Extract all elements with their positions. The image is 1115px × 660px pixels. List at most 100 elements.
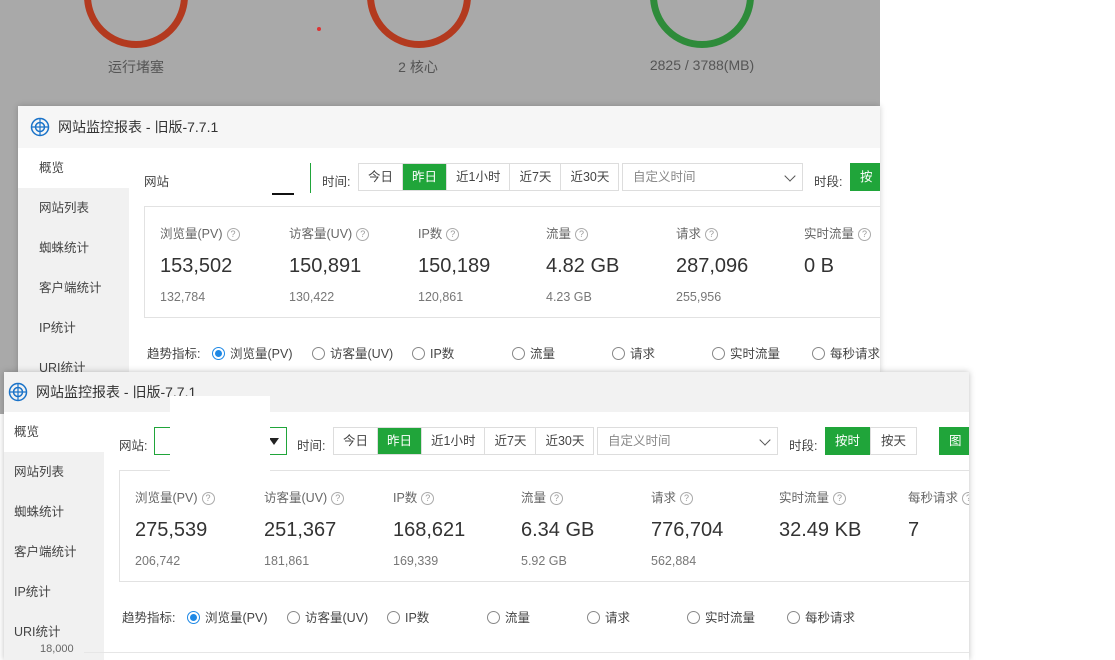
stat-value: 0 B (804, 255, 835, 277)
trend-radio-realtime[interactable]: 实时流量 (687, 607, 755, 626)
stat-prev: 255,956 (676, 290, 722, 304)
sidebar: 概览 网站列表 蜘蛛统计 客户端统计 IP统计 URI统计 (4, 412, 105, 660)
site-label: 网站: (119, 439, 148, 453)
time-option-yesterday[interactable]: 昨日 (403, 164, 448, 190)
stat-value: 150,891 (289, 255, 362, 277)
trend-selector: 趋势指标: 浏览量(PV) 访客量(UV) IP数 流量 请求 实时流量 每秒请… (122, 607, 969, 627)
window-title: 网站监控报表 - 旧版-7.7.1 (58, 119, 219, 135)
main-content: 网站 时间: 今日 昨日 近1小时 近7天 近30天 自定义时间 时段: 按时 … (129, 148, 880, 373)
stat-prev: 206,742 (135, 554, 181, 568)
trend-radio-realtime[interactable]: 实时流量 (712, 343, 780, 362)
custom-time-placeholder: 自定义时间 (633, 170, 696, 184)
help-icon[interactable]: ? (446, 228, 460, 241)
gauge-label: 2 核心 (398, 59, 438, 75)
trend-radio-traffic[interactable]: 流量 (512, 343, 555, 362)
window-titlebar[interactable]: 网站监控报表 - 旧版-7.7.1 (4, 372, 969, 412)
text-cursor (272, 193, 294, 195)
time-range-group: 今日 昨日 近1小时 近7天 近30天 (358, 163, 620, 191)
help-icon[interactable]: ? (833, 492, 847, 505)
radio-label: IP数 (430, 347, 455, 361)
custom-time-input[interactable]: 自定义时间 (597, 427, 778, 455)
radio-checked-icon (212, 347, 225, 360)
radio-label: 访客量(UV) (305, 611, 369, 625)
help-icon[interactable]: ? (858, 228, 872, 241)
stat-label: 访客量(UV) (264, 491, 328, 505)
sidebar-item-spider[interactable]: 蜘蛛统计 (4, 492, 104, 532)
radio-label: 请求 (630, 347, 656, 361)
help-icon[interactable]: ? (421, 492, 435, 505)
time-option-7d[interactable]: 近7天 (510, 164, 562, 190)
time-option-30d[interactable]: 近30天 (536, 428, 593, 454)
stat-prev: 181,861 (264, 554, 310, 568)
stat-label: IP数 (393, 491, 418, 505)
chart-button[interactable]: 图表 (939, 427, 969, 476)
radio-icon (587, 611, 600, 624)
trend-radio-uv[interactable]: 访客量(UV) (312, 343, 393, 362)
trend-radio-ip[interactable]: IP数 (387, 607, 429, 626)
stat-value: 776,704 (651, 519, 724, 541)
trend-radio-traffic[interactable]: 流量 (487, 607, 530, 626)
stat-label: 请求 (676, 227, 702, 241)
period-day-button[interactable]: 按天 (870, 427, 918, 455)
trend-label: 趋势指标: (122, 611, 176, 625)
help-icon[interactable]: ? (680, 492, 694, 505)
stat-label: 请求 (651, 491, 677, 505)
chevron-down-icon (784, 170, 796, 182)
help-icon[interactable]: ? (201, 492, 215, 505)
trend-radio-pv[interactable]: 浏览量(PV) (187, 607, 268, 626)
trend-radio-uv[interactable]: 访客量(UV) (287, 607, 368, 626)
trend-radio-qps[interactable]: 每秒请求 (812, 343, 880, 362)
stat-value: 150,189 (418, 255, 491, 277)
window-titlebar[interactable]: 网站监控报表 - 旧版-7.7.1 (18, 106, 880, 148)
gauge-label: 运行堵塞 (108, 59, 164, 75)
time-option-30d[interactable]: 近30天 (561, 164, 618, 190)
sidebar-item-ip[interactable]: IP统计 (4, 572, 104, 612)
trend-radio-pv[interactable]: 浏览量(PV) (212, 343, 293, 362)
chart-gridline (84, 652, 969, 653)
radio-label: 浏览量(PV) (205, 611, 268, 625)
stat-realtime-traffic: 实时流量? 32.49 KB (779, 487, 861, 554)
trend-radio-requests[interactable]: 请求 (612, 343, 655, 362)
time-option-7d[interactable]: 近7天 (485, 428, 537, 454)
radio-label: 浏览量(PV) (230, 347, 293, 361)
cpu-gauge (367, 0, 471, 48)
custom-time-input[interactable]: 自定义时间 (622, 163, 803, 191)
sidebar-item-client[interactable]: 客户端统计 (18, 268, 129, 308)
stat-value: 275,539 (135, 519, 208, 541)
period-label: 时段: (814, 175, 843, 189)
time-option-today[interactable]: 今日 (359, 164, 404, 190)
redaction-block (170, 396, 270, 478)
caret-down-icon (269, 438, 279, 445)
sidebar-item-uri[interactable]: URI统计 (18, 348, 129, 373)
time-option-today[interactable]: 今日 (334, 428, 379, 454)
help-icon[interactable]: ? (575, 228, 589, 241)
help-icon[interactable]: ? (226, 228, 240, 241)
sidebar-item-spider[interactable]: 蜘蛛统计 (18, 228, 129, 268)
period-hour-button[interactable]: 按时 (850, 163, 880, 212)
radio-label: 流量 (505, 611, 531, 625)
trend-radio-ip[interactable]: IP数 (412, 343, 454, 362)
period-hour-button[interactable]: 按时 (825, 427, 871, 455)
sidebar-item-overview[interactable]: 概览 (4, 412, 105, 452)
help-icon[interactable]: ? (331, 492, 345, 505)
sidebar-item-client[interactable]: 客户端统计 (4, 532, 104, 572)
help-icon[interactable]: ? (962, 492, 969, 505)
trend-radio-qps[interactable]: 每秒请求 (787, 607, 855, 626)
radio-label: 实时流量 (705, 611, 756, 625)
sidebar-item-sites[interactable]: 网站列表 (18, 188, 129, 228)
radio-label: IP数 (405, 611, 430, 625)
help-icon[interactable]: ? (550, 492, 564, 505)
sidebar-item-sites[interactable]: 网站列表 (4, 452, 104, 492)
stat-label: 每秒请求 (908, 491, 959, 505)
radio-icon (287, 611, 300, 624)
custom-time-placeholder: 自定义时间 (608, 434, 671, 448)
trend-radio-requests[interactable]: 请求 (587, 607, 630, 626)
time-option-1h[interactable]: 近1小时 (447, 164, 511, 190)
time-option-yesterday[interactable]: 昨日 (378, 428, 423, 454)
sidebar-item-overview[interactable]: 概览 (18, 148, 130, 188)
help-icon[interactable]: ? (356, 228, 370, 241)
help-icon[interactable]: ? (705, 228, 719, 241)
stat-value: 153,502 (160, 255, 233, 277)
time-option-1h[interactable]: 近1小时 (422, 428, 486, 454)
sidebar-item-ip[interactable]: IP统计 (18, 308, 129, 348)
